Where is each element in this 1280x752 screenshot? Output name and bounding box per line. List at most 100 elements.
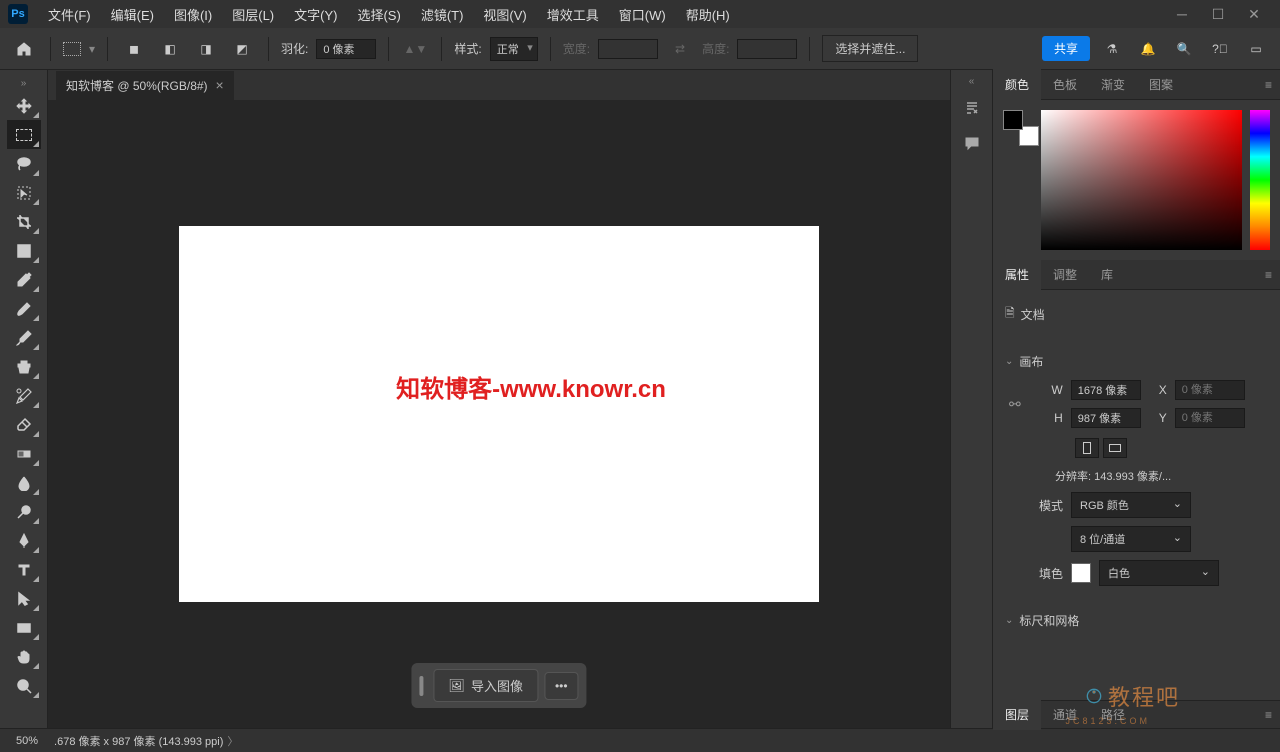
eraser-tool[interactable]: [7, 410, 41, 439]
menu-select[interactable]: 选择(S): [349, 1, 408, 28]
brush-tool[interactable]: [7, 323, 41, 352]
gradient-tool[interactable]: [7, 439, 41, 468]
tab-layers[interactable]: 图层: [993, 699, 1041, 730]
hue-slider[interactable]: [1250, 110, 1270, 250]
history-brush-tool[interactable]: [7, 381, 41, 410]
tab-swatches[interactable]: 色板: [1041, 69, 1089, 100]
menu-edit[interactable]: 编辑(E): [103, 1, 162, 28]
canvas-viewport[interactable]: 知软博客-www.knowr.cn 🖼 导入图像 •••: [48, 100, 950, 728]
menu-help[interactable]: 帮助(H): [678, 1, 738, 28]
menu-image[interactable]: 图像(I): [166, 1, 220, 28]
h-label: H: [1045, 411, 1063, 425]
paragraph-panel-icon[interactable]: [964, 100, 980, 121]
fill-select[interactable]: 白色⌄: [1099, 560, 1219, 586]
menu-view[interactable]: 视图(V): [475, 1, 534, 28]
tab-gradients[interactable]: 渐变: [1089, 69, 1137, 100]
mode-select[interactable]: RGB 颜色⌄: [1071, 492, 1191, 518]
canvas-section-header[interactable]: ⌄ 画布: [1005, 347, 1268, 376]
fill-swatch[interactable]: [1071, 563, 1091, 583]
panel-menu-icon[interactable]: ≡: [1257, 268, 1280, 282]
search-icon[interactable]: 🔍: [1170, 35, 1198, 63]
home-icon[interactable]: [10, 35, 38, 63]
panel-menu-icon[interactable]: ≡: [1257, 708, 1280, 722]
menu-file[interactable]: 文件(F): [40, 1, 99, 28]
intersect-selection-icon[interactable]: ◩: [228, 35, 256, 63]
rulers-section-header[interactable]: ⌄ 标尺和网格: [1005, 606, 1268, 635]
marquee-preset-icon[interactable]: [63, 42, 81, 56]
canvas-height-input[interactable]: [1071, 408, 1141, 428]
eyedropper-tool[interactable]: [7, 265, 41, 294]
move-tool[interactable]: [7, 91, 41, 120]
depth-select[interactable]: 8 位/通道⌄: [1071, 526, 1191, 552]
overlay-url: JC8123.COM: [1065, 716, 1150, 726]
tab-adjustments[interactable]: 调整: [1041, 259, 1089, 290]
rectangle-tool[interactable]: [7, 613, 41, 642]
type-tool[interactable]: [7, 555, 41, 584]
portrait-button[interactable]: [1075, 438, 1099, 458]
comments-panel-icon[interactable]: [964, 135, 980, 156]
tab-libraries[interactable]: 库: [1089, 259, 1125, 290]
lasso-tool[interactable]: [7, 149, 41, 178]
document-tab[interactable]: 知软博客 @ 50%(RGB/8#) ×: [56, 71, 234, 100]
minimize-button[interactable]: ─: [1164, 2, 1200, 26]
toolbox-expand-icon[interactable]: »: [19, 76, 29, 91]
marquee-tool[interactable]: [7, 120, 41, 149]
zoom-level[interactable]: 50%: [10, 733, 44, 749]
strip-expand-icon[interactable]: «: [969, 76, 975, 87]
import-image-button[interactable]: 🖼 导入图像: [433, 669, 538, 702]
help-icon[interactable]: ?⃝: [1206, 35, 1234, 63]
flask-icon[interactable]: ⚗: [1098, 35, 1126, 63]
menu-window[interactable]: 窗口(W): [611, 1, 674, 28]
feather-input[interactable]: [316, 39, 376, 59]
healing-brush-tool[interactable]: [7, 294, 41, 323]
main-menu: 文件(F) 编辑(E) 图像(I) 图层(L) 文字(Y) 选择(S) 滤镜(T…: [40, 1, 1164, 28]
workspace-icon[interactable]: ▭: [1242, 35, 1270, 63]
select-subject-button[interactable]: 选择并遮住...: [822, 35, 918, 62]
close-button[interactable]: ✕: [1236, 2, 1272, 26]
clone-stamp-tool[interactable]: [7, 352, 41, 381]
tab-properties[interactable]: 属性: [993, 259, 1041, 290]
zoom-tool[interactable]: [7, 671, 41, 700]
style-select[interactable]: 正常: [490, 37, 538, 61]
frame-tool[interactable]: [7, 236, 41, 265]
subtract-selection-icon[interactable]: ◨: [192, 35, 220, 63]
y-label: Y: [1149, 411, 1167, 425]
object-selection-tool[interactable]: [7, 178, 41, 207]
crop-tool[interactable]: [7, 207, 41, 236]
title-bar: Ps 文件(F) 编辑(E) 图像(I) 图层(L) 文字(Y) 选择(S) 滤…: [0, 0, 1280, 28]
add-selection-icon[interactable]: ◧: [156, 35, 184, 63]
menu-layer[interactable]: 图层(L): [224, 1, 282, 28]
path-selection-tool[interactable]: [7, 584, 41, 613]
tab-close-icon[interactable]: ×: [216, 77, 224, 93]
menu-plugins[interactable]: 增效工具: [539, 1, 607, 28]
landscape-button[interactable]: [1103, 438, 1127, 458]
tab-color[interactable]: 颜色: [993, 69, 1041, 100]
chevron-down-icon: ⌄: [1005, 615, 1013, 626]
pen-tool[interactable]: [7, 526, 41, 555]
bell-icon[interactable]: 🔔: [1134, 35, 1162, 63]
panel-menu-icon[interactable]: ≡: [1257, 78, 1280, 92]
document-info[interactable]: .678 像素 x 987 像素 (143.993 ppi)〉: [54, 733, 238, 749]
more-options-button[interactable]: •••: [544, 672, 579, 700]
x-label: X: [1149, 383, 1167, 397]
link-icon[interactable]: ⚯: [1009, 396, 1021, 413]
image-icon: 🖼: [448, 678, 465, 694]
maximize-button[interactable]: ☐: [1200, 2, 1236, 26]
foreground-color-swatch[interactable]: [1003, 110, 1023, 130]
menu-type[interactable]: 文字(Y): [286, 1, 345, 28]
toolbox: »: [0, 70, 48, 728]
contextual-task-bar[interactable]: 🖼 导入图像 •••: [411, 663, 586, 708]
fg-bg-swatches[interactable]: [1003, 110, 1033, 140]
dodge-tool[interactable]: [7, 497, 41, 526]
new-selection-icon[interactable]: ◼: [120, 35, 148, 63]
share-button[interactable]: 共享: [1042, 36, 1090, 61]
color-field[interactable]: [1041, 110, 1242, 250]
menu-filter[interactable]: 滤镜(T): [413, 1, 472, 28]
drag-handle-icon[interactable]: [419, 676, 423, 696]
canvas-width-input[interactable]: [1071, 380, 1141, 400]
canvas[interactable]: 知软博客-www.knowr.cn: [179, 226, 819, 602]
hand-tool[interactable]: [7, 642, 41, 671]
antialias-icon: ▲▼: [401, 35, 429, 63]
tab-patterns[interactable]: 图案: [1137, 69, 1185, 100]
blur-tool[interactable]: [7, 468, 41, 497]
